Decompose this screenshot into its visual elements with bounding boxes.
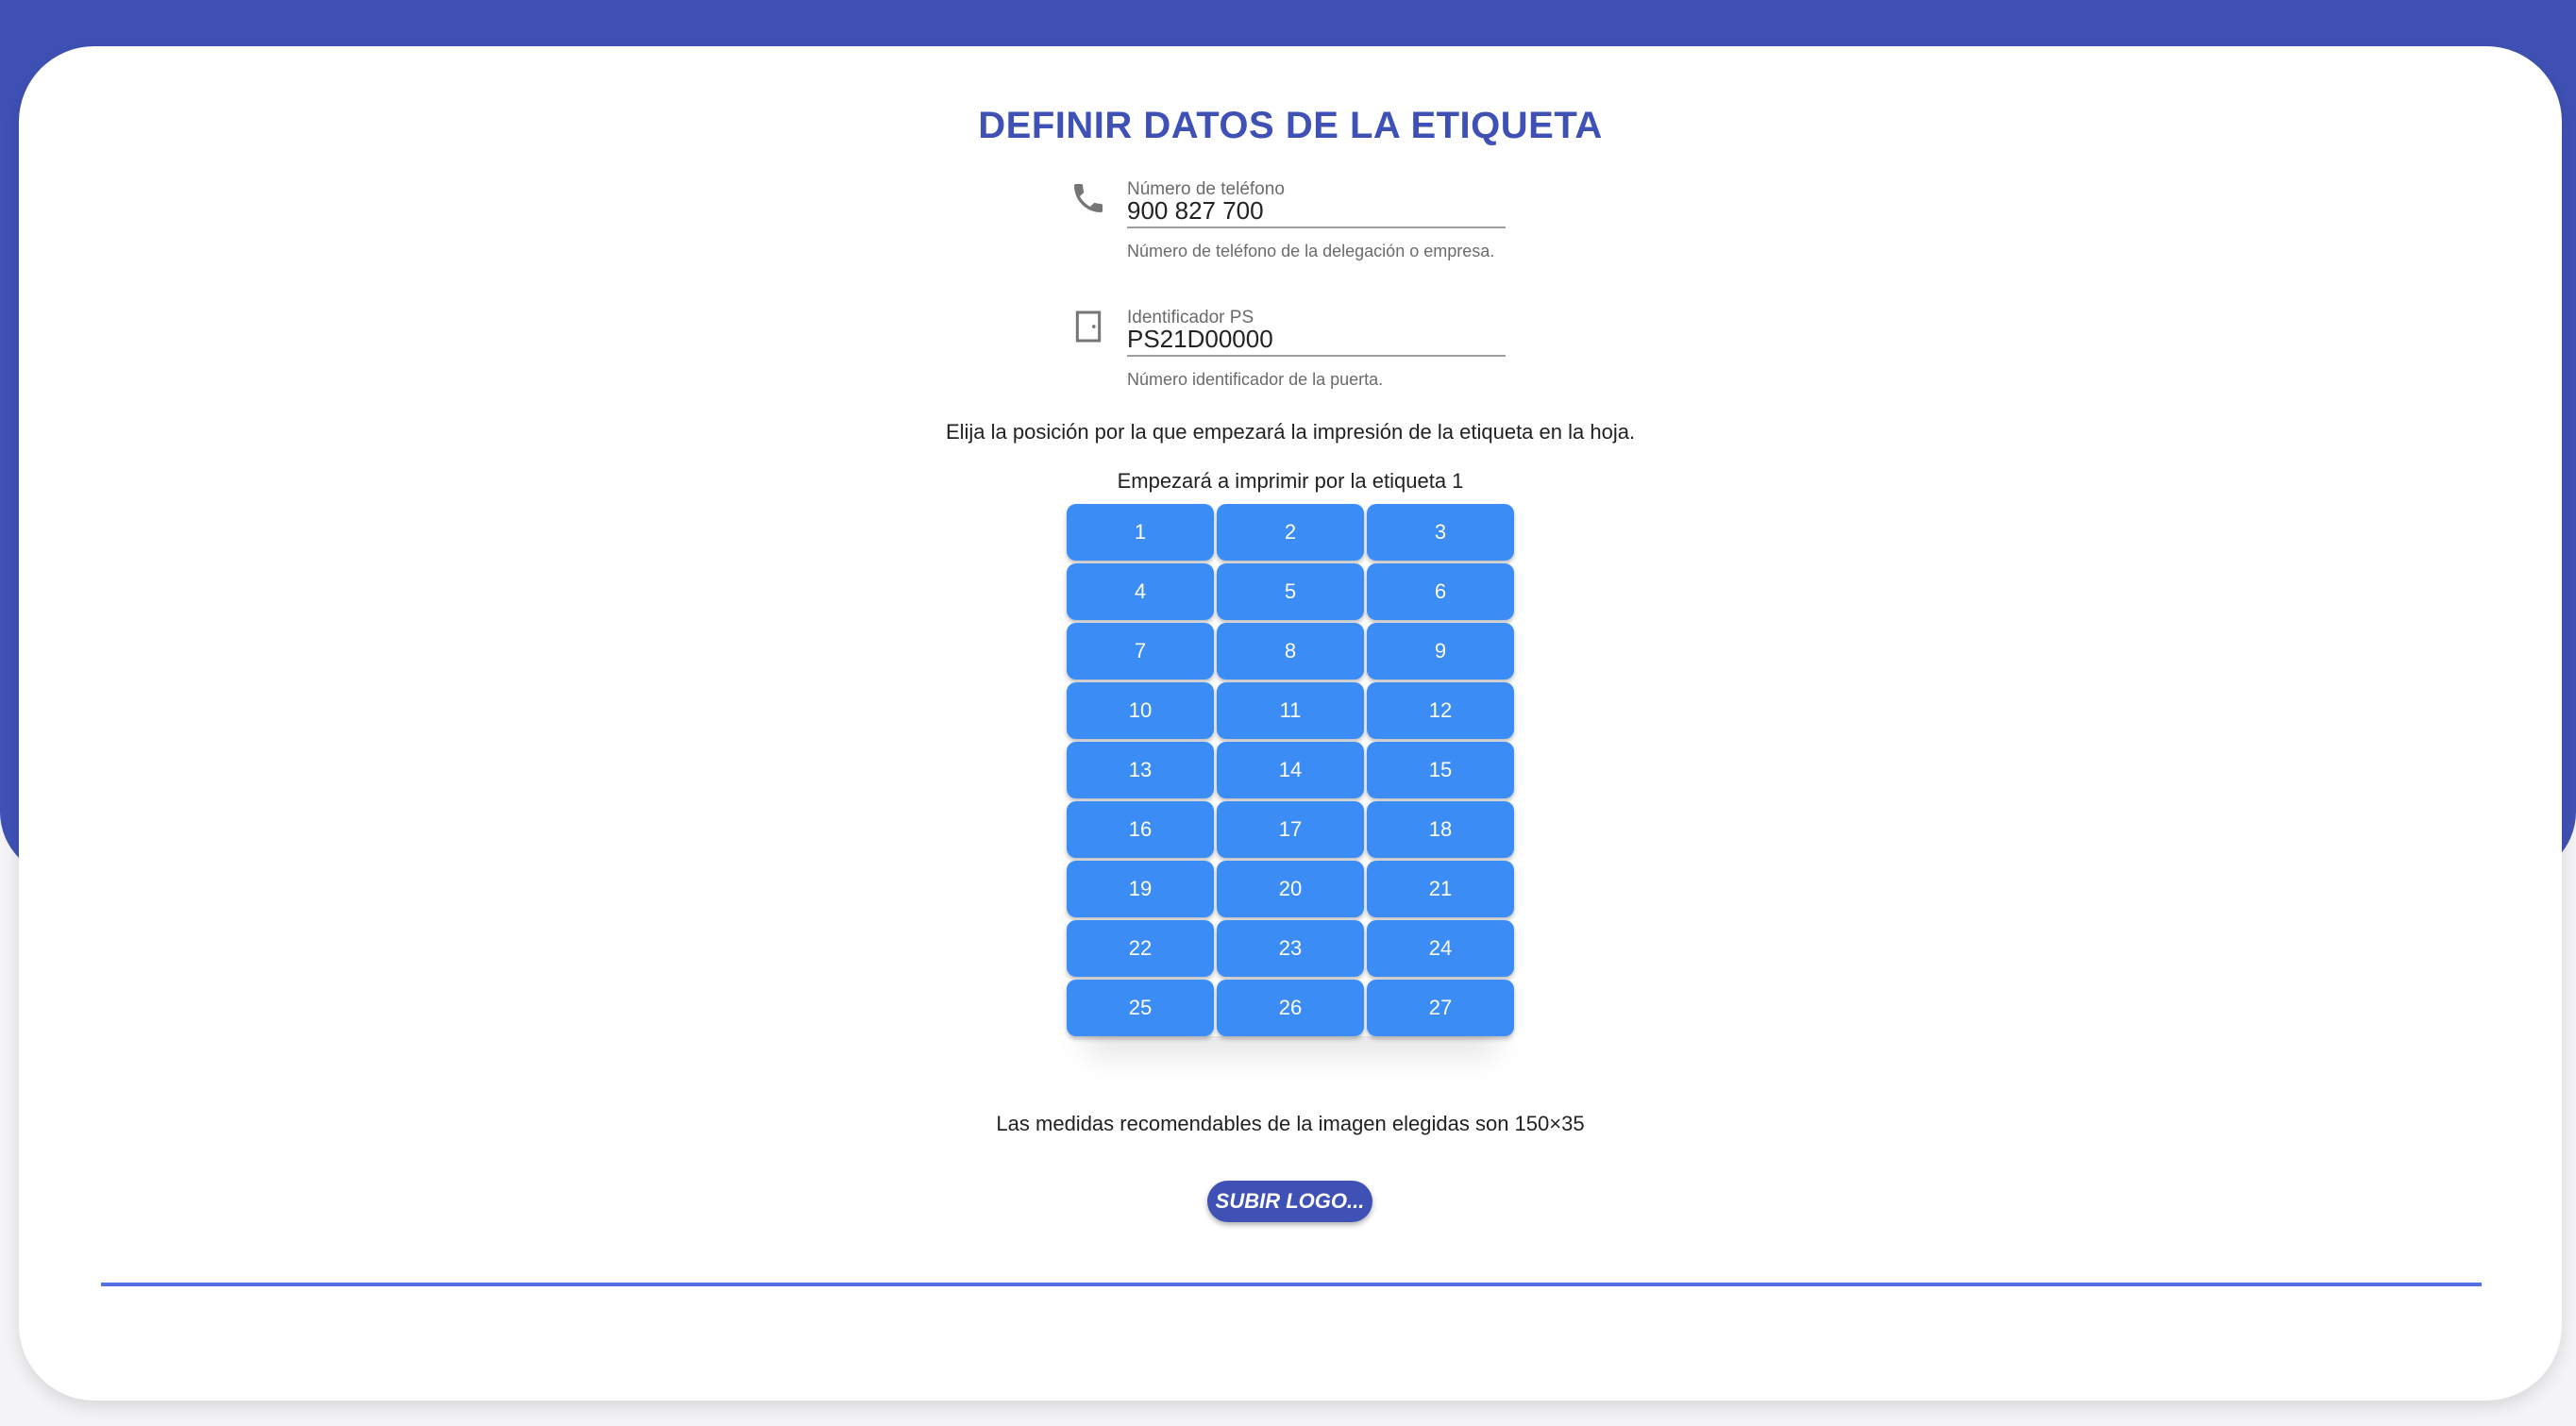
phone-icon xyxy=(1069,179,1107,217)
position-button-23[interactable]: 23 xyxy=(1217,920,1364,977)
position-button-7[interactable]: 7 xyxy=(1067,623,1214,679)
position-button-4[interactable]: 4 xyxy=(1067,563,1214,620)
position-button-16[interactable]: 16 xyxy=(1067,801,1214,858)
main-card: DEFINIR DATOS DE LA ETIQUETA Número de t… xyxy=(19,46,2562,1401)
position-button-12[interactable]: 12 xyxy=(1367,682,1514,739)
position-button-13[interactable]: 13 xyxy=(1067,742,1214,798)
position-button-27[interactable]: 27 xyxy=(1367,980,1514,1036)
position-button-26[interactable]: 26 xyxy=(1217,980,1364,1036)
position-button-17[interactable]: 17 xyxy=(1217,801,1364,858)
upload-logo-button[interactable]: SUBIR LOGO... xyxy=(1207,1181,1372,1222)
position-button-21[interactable]: 21 xyxy=(1367,861,1514,917)
position-button-9[interactable]: 9 xyxy=(1367,623,1514,679)
position-instruction: Elija la posición por la que empezará la… xyxy=(945,420,1636,444)
position-button-1[interactable]: 1 xyxy=(1067,504,1214,561)
image-size-recommendation: Las medidas recomendables de la imagen e… xyxy=(996,1112,1585,1135)
start-label-text: Empezará a imprimir por la etiqueta 1 xyxy=(1117,469,1464,493)
ps-input[interactable] xyxy=(1127,323,1506,357)
position-button-2[interactable]: 2 xyxy=(1217,504,1364,561)
position-button-5[interactable]: 5 xyxy=(1217,563,1364,620)
position-button-14[interactable]: 14 xyxy=(1217,742,1364,798)
position-button-24[interactable]: 24 xyxy=(1367,920,1514,977)
page-title: DEFINIR DATOS DE LA ETIQUETA xyxy=(978,105,1603,146)
position-button-15[interactable]: 15 xyxy=(1367,742,1514,798)
position-button-11[interactable]: 11 xyxy=(1217,682,1364,739)
position-button-18[interactable]: 18 xyxy=(1367,801,1514,858)
label-position-grid: 1 2 3 4 5 6 7 8 9 10 11 12 13 14 15 16 17 18 19 20 21 22 23 24 2… xyxy=(1067,504,1516,1036)
door-icon xyxy=(1069,308,1107,345)
position-button-10[interactable]: 10 xyxy=(1067,682,1214,739)
phone-hint: Número de teléfono de la delegación o em… xyxy=(1127,242,1495,260)
position-button-25[interactable]: 25 xyxy=(1067,980,1214,1036)
position-button-19[interactable]: 19 xyxy=(1067,861,1214,917)
position-button-6[interactable]: 6 xyxy=(1367,563,1514,620)
position-button-22[interactable]: 22 xyxy=(1067,920,1214,977)
position-button-8[interactable]: 8 xyxy=(1217,623,1364,679)
position-button-20[interactable]: 20 xyxy=(1217,861,1364,917)
ps-hint: Número identificador de la puerta. xyxy=(1127,370,1384,389)
divider xyxy=(101,1283,2482,1286)
position-button-3[interactable]: 3 xyxy=(1367,504,1514,561)
phone-input[interactable] xyxy=(1127,194,1506,228)
